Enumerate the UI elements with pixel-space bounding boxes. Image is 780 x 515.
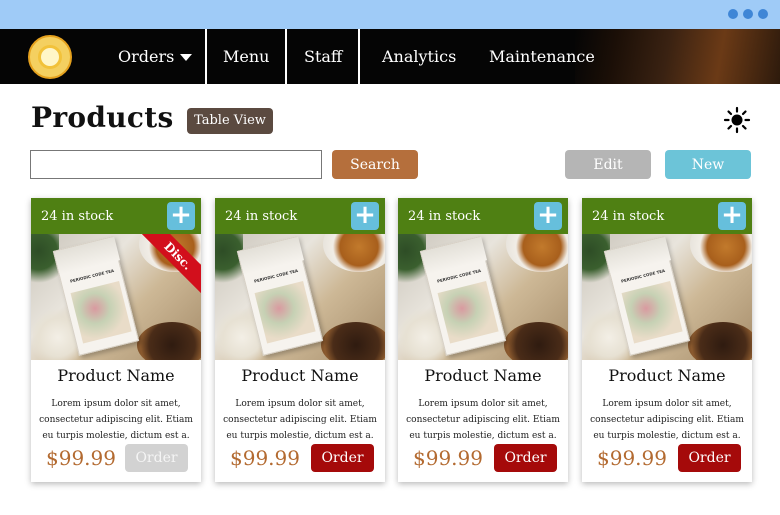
table-view-button[interactable]: Table View [187,108,273,134]
product-price: $99.99 [597,446,667,470]
product-name: Product Name [608,366,726,385]
product-name: Product Name [424,366,542,385]
product-description: Lorem ipsum dolor sit amet, consectetur … [39,399,193,441]
header-tea-photo [575,29,780,84]
stock-bar: 24 in stock + [398,198,568,234]
nav-item-label: Orders [118,47,175,66]
product-card[interactable]: 24 in stock + PERIODIC CODE TEA Product … [582,198,752,482]
browser-titlebar [0,0,780,29]
nav-item-label: Staff [304,47,343,66]
product-description: Lorem ipsum dolor sit amet, consectetur … [406,399,560,441]
window-dot-icon[interactable] [758,9,768,19]
product-price: $99.99 [230,446,300,470]
order-button-disabled[interactable]: Order [125,444,188,472]
plus-icon[interactable]: + [534,202,562,230]
lemon-logo-icon[interactable] [28,35,72,79]
stock-label: 24 in stock [225,209,298,224]
nav-divider [205,29,207,84]
stock-bar: 24 in stock + [31,198,201,234]
order-button[interactable]: Order [494,444,557,472]
stock-label: 24 in stock [592,209,665,224]
stock-label: 24 in stock [41,209,114,224]
nav-divider [358,29,360,84]
nav-item-menu[interactable]: Menu [223,29,269,84]
nav-item-label: Analytics [382,47,457,66]
window-dot-icon[interactable] [728,9,738,19]
order-button[interactable]: Order [311,444,374,472]
stock-bar: 24 in stock + [582,198,752,234]
page-title: Products [31,101,174,134]
product-image: PERIODIC CODE TEA [582,234,752,360]
product-image: PERIODIC CODE TEA [215,234,385,360]
plus-icon[interactable]: + [351,202,379,230]
search-input[interactable] [30,150,322,179]
sun-icon[interactable] [723,106,751,134]
top-navbar: Orders Menu Staff Analytics Maintenance [0,29,780,84]
nav-item-staff[interactable]: Staff [304,29,342,84]
product-price: $99.99 [413,446,483,470]
nav-item-maintenance[interactable]: Maintenance [489,29,595,84]
stock-label: 24 in stock [408,209,481,224]
product-name: Product Name [241,366,359,385]
product-price: $99.99 [46,446,116,470]
nav-divider [285,29,287,84]
nav-item-orders[interactable]: Orders [118,29,193,84]
nav-item-label: Menu [223,47,270,66]
chevron-down-icon [180,54,193,61]
order-button[interactable]: Order [678,444,741,472]
product-name: Product Name [57,366,175,385]
search-button[interactable]: Search [332,150,418,179]
product-card[interactable]: 24 in stock + PERIODIC CODE TEA Product … [215,198,385,482]
product-card[interactable]: 24 in stock + PERIODIC CODE TEA Disc. Pr… [31,198,201,482]
nav-item-analytics[interactable]: Analytics [382,29,456,84]
plus-icon[interactable]: + [167,202,195,230]
stock-bar: 24 in stock + [215,198,385,234]
plus-icon[interactable]: + [718,202,746,230]
window-dot-icon[interactable] [743,9,753,19]
new-button[interactable]: New [665,150,751,179]
product-description: Lorem ipsum dolor sit amet, consectetur … [590,399,744,441]
product-image: PERIODIC CODE TEA [398,234,568,360]
nav-item-label: Maintenance [489,47,595,66]
edit-button[interactable]: Edit [565,150,651,179]
product-card[interactable]: 24 in stock + PERIODIC CODE TEA Product … [398,198,568,482]
product-description: Lorem ipsum dolor sit amet, consectetur … [223,399,377,441]
product-image: PERIODIC CODE TEA Disc. [31,234,201,360]
